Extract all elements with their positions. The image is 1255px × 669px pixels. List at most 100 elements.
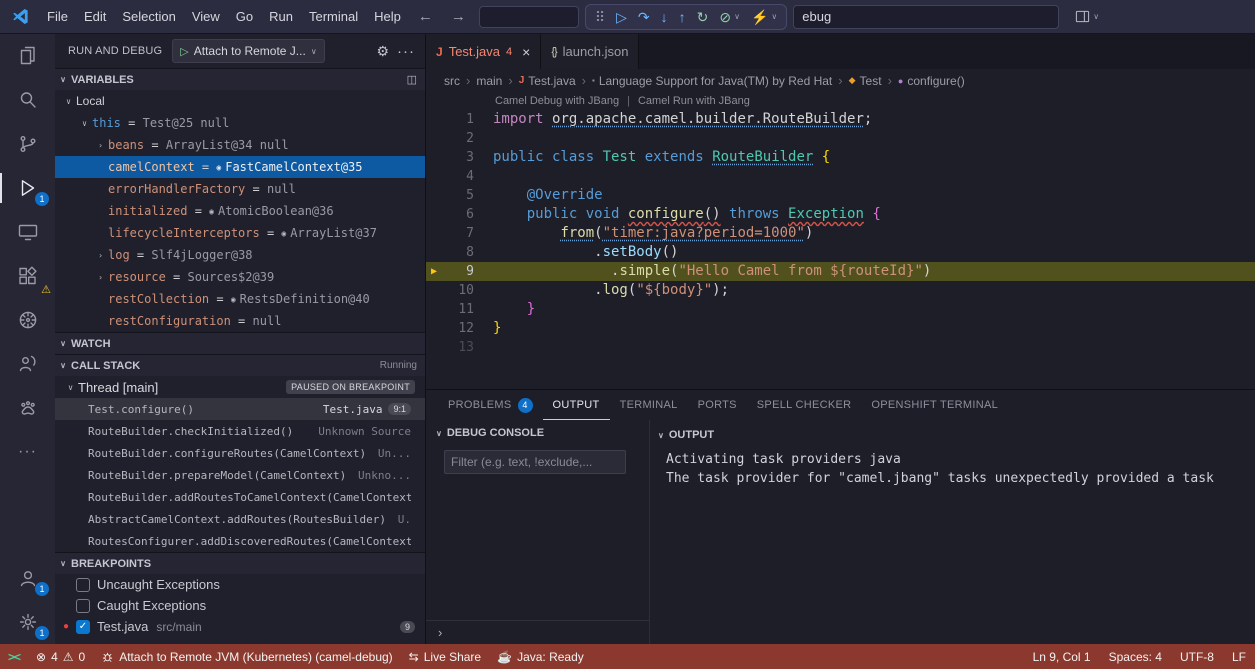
activity-live-share[interactable] xyxy=(0,342,55,386)
code-line[interactable]: 2 xyxy=(426,129,1255,148)
line-number[interactable]: 5 xyxy=(442,186,474,205)
java-status[interactable]: ☕ Java: Ready xyxy=(489,644,592,669)
variable-row[interactable]: ›resource = Sources$2@39 xyxy=(55,266,425,288)
code-line[interactable]: 5 @Override xyxy=(426,186,1255,205)
codelens-camel-debug-link[interactable]: Camel Debug with JBang xyxy=(495,92,619,110)
breadcrumb-item[interactable]: main xyxy=(476,74,502,88)
disconnect-dropdown-icon[interactable]: ∨ xyxy=(734,12,740,21)
breadcrumb-item[interactable]: src xyxy=(444,74,460,88)
activity-run-debug[interactable]: 1 xyxy=(0,166,55,210)
drag-handle-button[interactable]: ⠿ xyxy=(595,10,605,24)
remote-indicator[interactable]: >< xyxy=(0,644,28,669)
editor-tab[interactable]: {}launch.json xyxy=(541,34,639,69)
line-number[interactable]: 3 xyxy=(442,148,474,167)
panel-tab-output[interactable]: OUTPUT xyxy=(543,390,610,420)
variables-view-icon[interactable]: ◫ xyxy=(407,73,417,86)
stack-frame-row[interactable]: RouteBuilder.prepareModel(CamelContext)U… xyxy=(55,464,425,486)
stack-frame-row[interactable]: RouteBuilder.checkInitialized()Unknown S… xyxy=(55,420,425,442)
line-number[interactable]: 11 xyxy=(442,300,474,319)
panel-tab-terminal[interactable]: TERMINAL xyxy=(610,390,688,420)
variable-row[interactable]: camelContext = ◉FastCamelContext@35 xyxy=(55,156,425,178)
encoding[interactable]: UTF-8 xyxy=(1171,644,1223,669)
activity-extensions[interactable]: ⚠ xyxy=(0,254,55,298)
code-line[interactable]: 1import org.apache.camel.builder.RouteBu… xyxy=(426,110,1255,129)
stack-frame-row[interactable]: RouteBuilder.configureRoutes(CamelContex… xyxy=(55,442,425,464)
disconnect-button[interactable]: ⊘ xyxy=(719,10,731,24)
step-over-button[interactable]: ↷ xyxy=(638,10,650,24)
breakpoint-checkbox[interactable]: ✓ xyxy=(76,620,90,634)
twisty-icon[interactable]: › xyxy=(93,141,108,150)
stack-frame-row[interactable]: RouteBuilder.addRoutesToCamelContext(Cam… xyxy=(55,486,425,508)
debug-settings-gear-icon[interactable]: ⚙ xyxy=(376,43,389,60)
twisty-icon[interactable]: › xyxy=(93,251,108,260)
variable-row[interactable]: restCollection = ◉RestsDefinition@40 xyxy=(55,288,425,310)
step-out-button[interactable]: ↑ xyxy=(679,10,686,24)
forward-button[interactable]: → xyxy=(442,8,475,25)
breakpoint-checkbox[interactable] xyxy=(76,578,90,592)
activity-search[interactable] xyxy=(0,78,55,122)
debug-session-status[interactable]: Attach to Remote JVM (Kubernetes) (camel… xyxy=(93,644,400,669)
menu-view[interactable]: View xyxy=(184,0,228,33)
breadcrumb-item[interactable]: ◆Test xyxy=(849,74,882,88)
twisty-icon[interactable]: ∨ xyxy=(77,119,92,128)
panel-tab-openshift-terminal[interactable]: OPENSHIFT TERMINAL xyxy=(861,390,1008,420)
lazy-eval-icon[interactable]: ◉ xyxy=(231,295,236,304)
variable-row[interactable]: lifecycleInterceptors = ◉ArrayList@37 xyxy=(55,222,425,244)
stack-frame-row[interactable]: RoutesConfigurer.addDiscoveredRoutes(Cam… xyxy=(55,530,425,552)
variable-row[interactable]: ∨Local xyxy=(55,90,425,112)
activity-camel[interactable] xyxy=(0,386,55,430)
step-into-button[interactable]: ↓ xyxy=(661,10,668,24)
code-line[interactable]: ▶9 .simple("Hello Camel from ${routeId}"… xyxy=(426,262,1255,281)
output-header[interactable]: ∨ OUTPUT xyxy=(650,422,1255,448)
call-stack-section-header[interactable]: ∨ CALL STACK Running xyxy=(55,354,425,376)
line-number[interactable]: 9 xyxy=(442,262,474,281)
indentation[interactable]: Spaces: 4 xyxy=(1100,644,1171,669)
line-number[interactable]: 4 xyxy=(442,167,474,186)
breadcrumb-item[interactable]: ●configure() xyxy=(898,74,965,88)
activity-source-control[interactable] xyxy=(0,122,55,166)
menu-file[interactable]: File xyxy=(39,0,76,33)
variable-row[interactable]: restConfiguration = null xyxy=(55,310,425,332)
panel-tab-problems[interactable]: PROBLEMS4 xyxy=(438,390,543,420)
twisty-icon[interactable]: ∨ xyxy=(61,97,76,106)
line-number[interactable]: 6 xyxy=(442,205,474,224)
launch-config-select[interactable]: ▷ Attach to Remote J... ∨ xyxy=(172,39,324,63)
activity-settings[interactable]: 1 xyxy=(0,600,55,644)
debug-console-prompt[interactable]: › xyxy=(426,620,649,644)
activity-explorer[interactable] xyxy=(0,34,55,78)
breakpoint-checkbox[interactable] xyxy=(76,599,90,613)
problems-status[interactable]: ⊗ 4 ⚠ 0 xyxy=(28,644,93,669)
line-number[interactable]: 13 xyxy=(442,338,474,357)
activity-remote-explorer[interactable] xyxy=(0,210,55,254)
line-number[interactable]: 1 xyxy=(442,110,474,129)
code-line[interactable]: 11 } xyxy=(426,300,1255,319)
menu-run[interactable]: Run xyxy=(261,0,301,33)
thread-row[interactable]: ∨ Thread [main] PAUSED ON BREAKPOINT xyxy=(55,376,425,398)
code-line[interactable]: 12} xyxy=(426,319,1255,338)
line-number[interactable]: 12 xyxy=(442,319,474,338)
line-number[interactable]: 10 xyxy=(442,281,474,300)
command-center-left[interactable] xyxy=(479,6,579,28)
close-tab-icon[interactable]: × xyxy=(522,44,530,60)
code-line[interactable]: 3public class Test extends RouteBuilder … xyxy=(426,148,1255,167)
variable-row[interactable]: errorHandlerFactory = null xyxy=(55,178,425,200)
variable-row[interactable]: ∨this = Test@25 null xyxy=(55,112,425,134)
start-debug-icon[interactable]: ▷ xyxy=(180,45,188,58)
variable-row[interactable]: initialized = ◉AtomicBoolean@36 xyxy=(55,200,425,222)
panel-tab-spell-checker[interactable]: SPELL CHECKER xyxy=(747,390,862,420)
menu-edit[interactable]: Edit xyxy=(76,0,114,33)
stack-frame-row[interactable]: AbstractCamelContext.addRoutes(RoutesBui… xyxy=(55,508,425,530)
code-editor[interactable]: Camel Debug with JBang | Camel Run with … xyxy=(426,92,1255,389)
layout-toggle-button[interactable]: ∨ xyxy=(1075,9,1099,24)
continue-button[interactable]: ▷ xyxy=(616,10,627,24)
views-more-icon[interactable]: ··· xyxy=(397,43,415,60)
line-number[interactable]: 8 xyxy=(442,243,474,262)
restart-button[interactable]: ↻ xyxy=(697,10,709,24)
eol[interactable]: LF xyxy=(1223,644,1255,669)
breadcrumb-item[interactable]: ▪Language Support for Java(TM) by Red Ha… xyxy=(592,74,832,88)
breakpoint-row[interactable]: Caught Exceptions xyxy=(55,595,425,616)
code-line[interactable]: 4 xyxy=(426,167,1255,186)
menu-go[interactable]: Go xyxy=(228,0,261,33)
codelens-camel-run-link[interactable]: Camel Run with JBang xyxy=(638,92,750,110)
breakpoint-row[interactable]: Uncaught Exceptions xyxy=(55,574,425,595)
